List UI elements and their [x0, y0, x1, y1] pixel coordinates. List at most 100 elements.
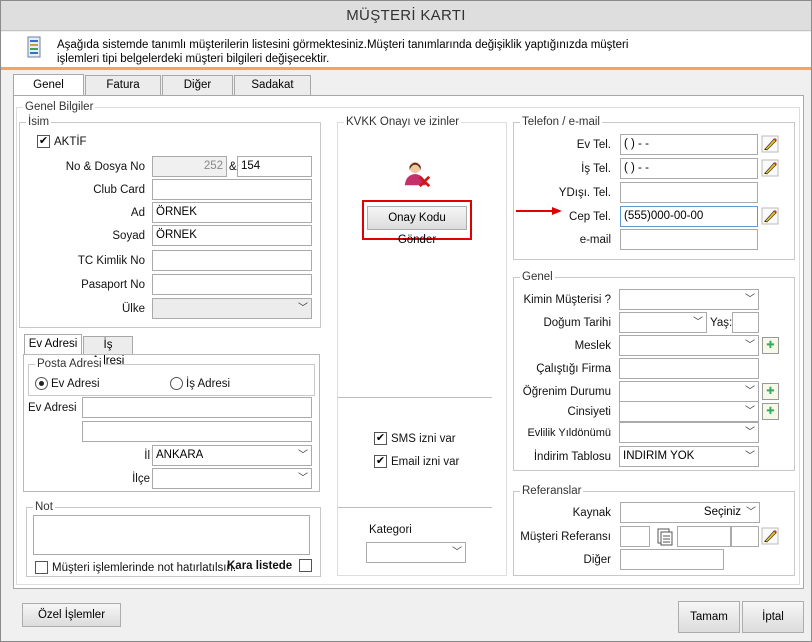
not-field[interactable]: [33, 515, 310, 555]
pen-edit-icon[interactable]: [761, 527, 779, 545]
is-tel-label: İş Tel.: [581, 163, 611, 175]
sms-izni-checkbox[interactable]: ✔: [374, 432, 387, 445]
musteri-referansi-name-field[interactable]: [677, 526, 731, 547]
ad-field[interactable]: ÖRNEK: [152, 202, 312, 223]
kvkk-divider-2: [338, 507, 492, 508]
meslek-select[interactable]: ﹀: [619, 335, 759, 356]
ulke-select[interactable]: ﹀: [152, 298, 312, 319]
dogum-tarihi-label: Doğum Tarihi: [543, 317, 611, 329]
tab-genel-bilgiler[interactable]: Genel Bilgiler: [13, 74, 84, 112]
aktif-checkbox[interactable]: ✔: [37, 135, 50, 148]
ydisi-tel-label: YDışı. Tel.: [558, 187, 611, 199]
kategori-select[interactable]: ﹀: [366, 542, 466, 563]
yas-field[interactable]: [732, 312, 759, 333]
pen-edit-icon[interactable]: [761, 159, 779, 177]
ydisi-tel-field[interactable]: [620, 182, 758, 203]
posta-adresi-group: Posta Adresi Ev Adresi İş Adresi: [28, 357, 315, 396]
check-mark-icon: ✔: [38, 135, 49, 147]
sms-izni-label: SMS izni var: [391, 433, 456, 445]
ev-tel-field[interactable]: ( ) - -: [620, 134, 758, 155]
genel-bilgiler-title: Genel Bilgiler: [23, 100, 96, 114]
ev-adresi-line2[interactable]: [82, 421, 312, 442]
no-field[interactable]: 252: [152, 156, 227, 177]
dogum-tarihi-picker[interactable]: ﹀: [619, 312, 707, 333]
genel-title: Genel: [520, 270, 555, 284]
tab-ev-adresi[interactable]: Ev Adresi: [24, 334, 82, 354]
kimin-musterisi-select[interactable]: ﹀: [619, 289, 759, 310]
email-izni-checkbox[interactable]: ✔: [374, 455, 387, 468]
check-mark-icon: ✔: [375, 455, 386, 467]
add-cinsiyet-icon[interactable]: ✚: [762, 403, 779, 420]
is-adresi-radio[interactable]: [170, 377, 183, 390]
tab-is-adresi[interactable]: İş Adresi: [83, 336, 133, 367]
tc-kimlik-field[interactable]: [152, 250, 312, 271]
aktif-label: AKTİF: [54, 136, 87, 148]
ev-adresi-line1[interactable]: [82, 397, 312, 418]
user-remove-icon: [404, 161, 431, 188]
pasaport-field[interactable]: [152, 274, 312, 295]
kaynak-select[interactable]: Seçiniz ﹀: [620, 502, 760, 523]
ev-adresi-label: Ev Adresi: [28, 402, 77, 414]
kvkk-group: KVKK Onayı ve izinler Onay Kodu Gönder ✔…: [337, 115, 507, 576]
add-ogrenim-icon[interactable]: ✚: [762, 383, 779, 400]
info-text: Aşağıda sistemde tanımlı müşterilerin li…: [57, 38, 628, 66]
cinsiyet-label: Cinsiyeti: [567, 406, 611, 418]
chevron-down-icon: ﹀: [745, 427, 755, 438]
kara-liste-label: Kara listede: [227, 560, 293, 572]
chevron-down-icon: ﹀: [298, 473, 308, 484]
chevron-down-icon: ﹀: [693, 317, 703, 328]
amp-label: &: [229, 161, 237, 173]
evlilik-yildonumu-select[interactable]: ﹀: [619, 422, 759, 443]
cinsiyet-select[interactable]: ﹀: [619, 401, 759, 422]
is-tel-field[interactable]: ( ) - -: [620, 158, 758, 179]
kvkk-divider-1: [338, 397, 492, 398]
diger-label: Diğer: [583, 554, 611, 566]
tamam-button[interactable]: Tamam: [678, 601, 740, 633]
pen-edit-icon[interactable]: [761, 135, 779, 153]
tab-fatura-bilgileri[interactable]: Fatura Bilgileri: [85, 75, 161, 110]
musteri-referansi-extra-field[interactable]: [731, 526, 759, 547]
not-hatirlat-label: Müşteri işlemlerinde not hatırlatılsın.: [52, 562, 237, 574]
ilce-label: İlçe: [132, 473, 150, 485]
kaynak-label: Kaynak: [572, 507, 611, 519]
ilce-select[interactable]: ﹀: [152, 468, 312, 489]
tab-diger-bilgiler[interactable]: Diğer Bilgiler: [162, 75, 233, 110]
add-meslek-icon[interactable]: ✚: [762, 337, 779, 354]
yas-label: Yaş:: [710, 317, 733, 329]
musteri-referansi-code-field[interactable]: [620, 526, 650, 547]
soyad-field[interactable]: ÖRNEK: [152, 225, 312, 246]
isim-title: İsim: [26, 115, 52, 129]
referanslar-group: Referanslar Kaynak Seçiniz ﹀ Müşteri Refe…: [513, 484, 795, 576]
kategori-label: Kategori: [369, 524, 412, 536]
info-banner: Aşağıda sistemde tanımlı müşterilerin li…: [1, 32, 811, 70]
cep-tel-field[interactable]: (555)000-00-00: [620, 206, 758, 227]
soyad-label: Soyad: [112, 230, 145, 242]
not-hatirlat-checkbox[interactable]: [35, 561, 48, 574]
iptal-button[interactable]: İptal: [742, 601, 804, 633]
list-lookup-icon[interactable]: [656, 528, 674, 546]
tab-sadakat-puani[interactable]: Sadakat Puanı: [234, 75, 311, 110]
diger-field[interactable]: [620, 549, 724, 570]
onay-kodu-gonder-button[interactable]: Onay Kodu Gönder: [367, 206, 467, 246]
club-card-field[interactable]: [152, 179, 312, 200]
dosya-no-field[interactable]: 154: [237, 156, 312, 177]
list-document-icon: [27, 36, 41, 58]
ulke-label: Ülke: [121, 303, 145, 315]
isim-group: İsim ✔ AKTİF No & Dosya No 252 & 154 Clu…: [19, 115, 321, 328]
ev-adresi-radio[interactable]: [35, 377, 48, 390]
il-select[interactable]: ANKARA ﹀: [152, 445, 312, 466]
pen-edit-icon[interactable]: [761, 207, 779, 225]
no-label: No & Dosya No: [65, 161, 145, 173]
calistigi-firma-field[interactable]: [619, 358, 759, 379]
chevron-down-icon: ﹀: [745, 386, 755, 397]
kara-liste-checkbox[interactable]: [299, 559, 312, 572]
kaynak-value: Seçiniz: [703, 506, 741, 518]
ogrenim-durumu-select[interactable]: ﹀: [619, 381, 759, 402]
ozel-islemler-button[interactable]: Özel İşlemler: [22, 603, 121, 627]
adres-panel: Posta Adresi Ev Adresi İş Adresi Ev Adre…: [23, 354, 320, 492]
chevron-down-icon: ﹀: [745, 406, 755, 417]
chevron-down-icon: ﹀: [745, 451, 755, 462]
indirim-tablosu-select[interactable]: INDIRIM YOK ﹀: [619, 446, 759, 467]
email-field[interactable]: [620, 229, 758, 250]
not-group: Not Müşteri işlemlerinde not hatırlatıls…: [26, 500, 321, 577]
